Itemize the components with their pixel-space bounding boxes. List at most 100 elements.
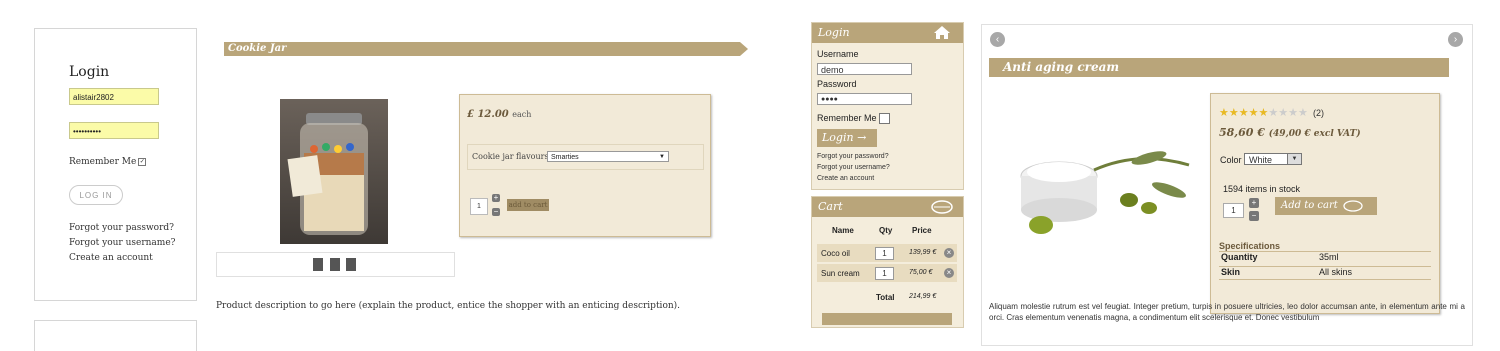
username-label: Username (817, 49, 859, 59)
product-price: 58,60 € (49,00 € excl VAT) (1219, 126, 1361, 139)
stock-text: 1594 items in stock (1223, 184, 1301, 194)
forgot-username-link[interactable]: Forgot your username? (69, 238, 175, 248)
login-button[interactable]: Login → (817, 129, 877, 147)
spec-value: All skins (1319, 267, 1353, 277)
product-price: £ 12.00 each (467, 109, 531, 120)
product-description: Aliquam molestie rutrum est vel feugiat.… (989, 302, 1465, 322)
product-panel: ‹ › Anti aging cream ★★★★★★★★★ (2) 58,60… (981, 24, 1473, 346)
home-icon (934, 26, 950, 39)
star-icon: ★ (1219, 106, 1229, 119)
product-description: Product description to go here (explain … (216, 301, 681, 311)
add-to-cart-button[interactable]: add to cart (507, 199, 549, 211)
minus-icon[interactable]: − (492, 208, 500, 216)
star-icon: ★ (1288, 106, 1298, 119)
cart-row: Sun cream 1 75,00 € × (817, 264, 957, 282)
specs-title: Specifications (1219, 241, 1281, 251)
spec-key: Skin (1221, 267, 1241, 277)
remember-me-checkbox[interactable] (878, 113, 890, 125)
remember-me[interactable]: Remember Me (817, 113, 890, 125)
cart-row: Coco oil 1 139,99 € × (817, 244, 957, 262)
review-count: (2) (1312, 108, 1324, 118)
flavour-row: Cookie jar flavours Smarties ▼ (467, 144, 704, 170)
flavour-select[interactable]: Smarties ▼ (547, 151, 669, 162)
add-to-cart-box: ★★★★★★★★★ (2) 58,60 € (49,00 € excl VAT)… (1210, 93, 1440, 314)
cart-header-name: Name (832, 226, 854, 235)
spec-row: Quantity 35ml (1219, 251, 1431, 264)
plus-icon[interactable]: + (492, 194, 500, 202)
remove-icon[interactable]: × (944, 268, 954, 278)
cart-total-value: 214,99 € (909, 293, 937, 300)
cart-item-price: 75,00 € (909, 269, 933, 276)
product-title-banner: Cookie Jar (224, 42, 748, 56)
add-to-cart-button[interactable]: Add to cart (1275, 197, 1377, 215)
add-to-cart-box: £ 12.00 each Cookie jar flavours Smartie… (459, 94, 711, 237)
remove-icon[interactable]: × (944, 248, 954, 258)
create-account-link[interactable]: Create an account (69, 253, 153, 263)
thumbnail-3[interactable] (346, 258, 356, 271)
product-image[interactable] (999, 130, 1194, 245)
cart-item-qty[interactable]: 1 (875, 247, 894, 260)
quantity-input[interactable]: 1 (470, 198, 488, 215)
login-module: Login Username demo Password ●●●● Rememb… (811, 22, 964, 190)
checkout-button[interactable] (822, 313, 952, 325)
spec-key: Quantity (1221, 252, 1258, 262)
previous-icon[interactable]: ‹ (990, 32, 1005, 47)
forgot-username-link[interactable]: Forgot your username? (817, 164, 890, 171)
thumbnail-strip (216, 252, 455, 277)
forgot-password-link[interactable]: Forgot your password? (69, 223, 174, 233)
flavour-selected: Smarties (551, 154, 579, 161)
login-title: Login (69, 64, 110, 80)
password-field[interactable]: •••••••••• (69, 122, 159, 139)
cart-item-qty[interactable]: 1 (875, 267, 894, 280)
cart-item-name: Sun cream (821, 269, 860, 278)
next-panel (34, 320, 197, 351)
star-icon: ★ (1278, 106, 1289, 119)
thumbnail-1[interactable] (313, 258, 323, 271)
username-field[interactable]: alistair2802 (69, 88, 159, 105)
cookie-jar-image (287, 113, 368, 235)
spec-value: 35ml (1319, 252, 1339, 262)
remember-me-label: Remember Me (69, 157, 137, 167)
remember-me-label: Remember Me (817, 113, 877, 123)
chevron-down-icon: ▼ (659, 154, 665, 160)
cart-module: Cart Name Qty Price Coco oil 1 139,99 € … (811, 196, 964, 328)
forgot-password-link[interactable]: Forgot your password? (817, 153, 889, 160)
star-icon: ★ (1248, 106, 1259, 119)
price-excl-vat: (49,00 € excl VAT) (1268, 129, 1361, 139)
color-label: Color (1220, 155, 1242, 165)
arrow-right-icon: → (857, 131, 867, 144)
login-module-title: Login (818, 26, 850, 39)
basket-icon (931, 200, 953, 214)
thumbnail-2[interactable] (330, 258, 340, 271)
login-button[interactable]: LOG IN (69, 185, 123, 205)
remember-me-checkbox[interactable]: ✓ (138, 157, 147, 166)
price-value: £ 12.00 (467, 109, 509, 120)
color-select[interactable]: White ▼ (1244, 153, 1302, 165)
login-module-header: Login (812, 23, 963, 43)
rating-stars[interactable]: ★★★★★★★★★ (2) (1219, 101, 1324, 120)
chevron-down-icon: ▼ (1287, 154, 1301, 164)
cart-header-price: Price (912, 226, 932, 235)
cart-item-name: Coco oil (821, 249, 850, 258)
flavour-label: Cookie jar flavours (472, 152, 549, 161)
cart-header-qty: Qty (879, 226, 893, 235)
quantity-input[interactable]: 1 (1223, 203, 1244, 218)
remember-me[interactable]: Remember Me ✓ (69, 157, 147, 167)
basket-icon (1343, 200, 1363, 212)
password-input[interactable]: ●●●● (817, 93, 912, 105)
price-value: 58,60 € (1219, 126, 1265, 139)
create-account-link[interactable]: Create an account (817, 175, 874, 182)
next-icon[interactable]: › (1448, 32, 1463, 47)
minus-icon[interactable]: − (1249, 211, 1259, 221)
username-input[interactable]: demo (817, 63, 912, 75)
cart-module-title: Cart (818, 200, 843, 213)
cart-item-price: 139,99 € (909, 249, 937, 256)
product-title-banner: Anti aging cream (989, 58, 1449, 77)
password-label: Password (817, 79, 857, 89)
product-image[interactable] (280, 99, 388, 244)
add-to-cart-label: Add to cart (1281, 200, 1338, 211)
plus-icon[interactable]: + (1249, 198, 1259, 208)
star-icon: ★ (1268, 106, 1279, 119)
price-suffix: each (512, 110, 532, 119)
star-icon: ★ (1258, 106, 1269, 119)
